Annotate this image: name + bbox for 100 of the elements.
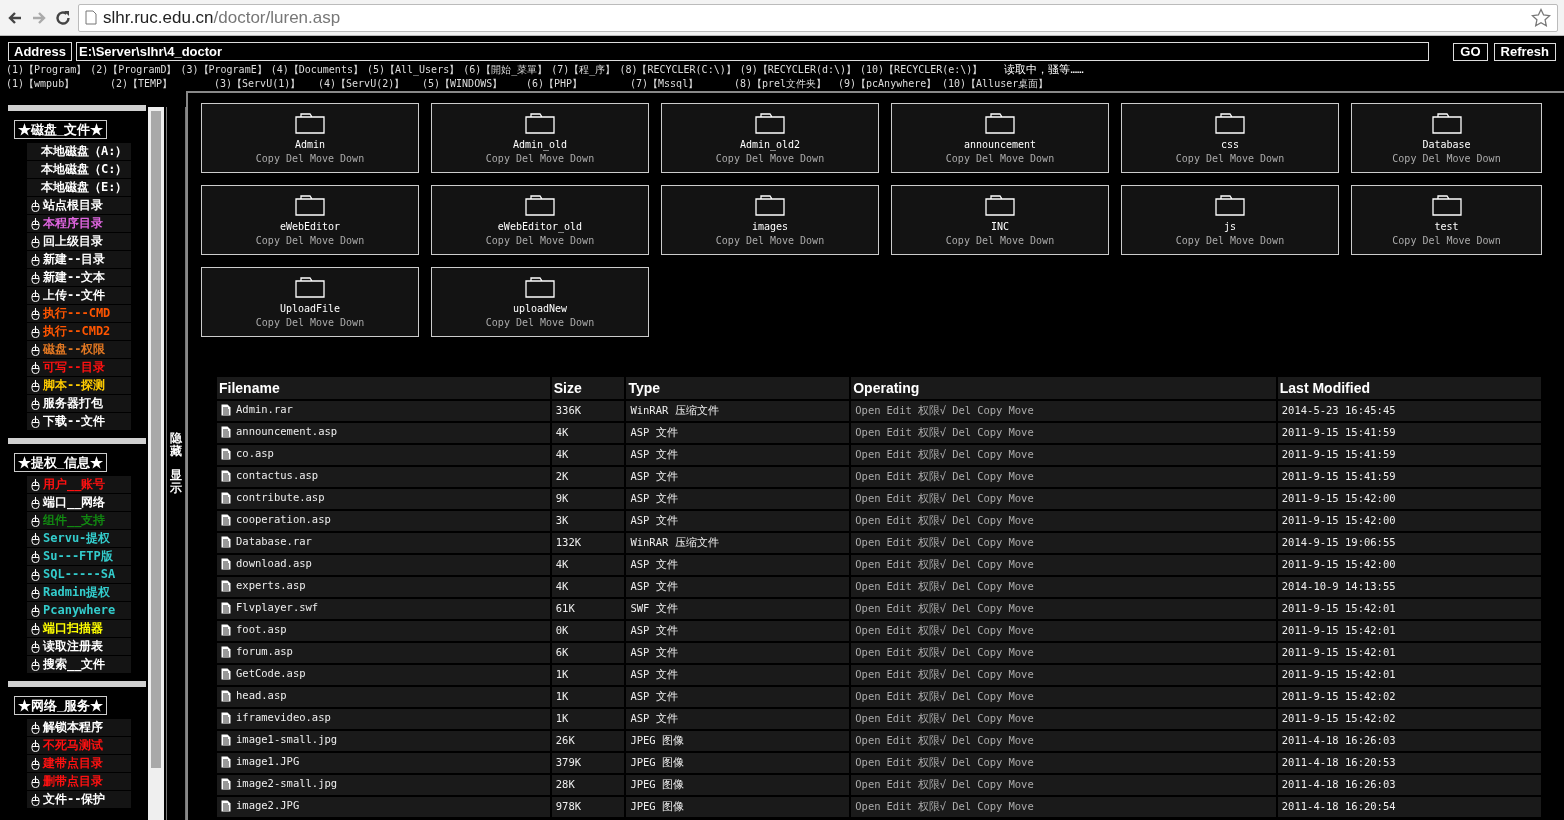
folder-action-link[interactable]: Del bbox=[515, 152, 534, 166]
address-field[interactable]: E:\Server\slhr\4_doctor bbox=[76, 42, 1430, 61]
folder-shortcut-link[interactable]: (3)【ServU(1)】 bbox=[214, 77, 314, 91]
file-action-link[interactable]: Del bbox=[952, 689, 972, 705]
file-name[interactable]: image1-small.jpg bbox=[236, 731, 338, 748]
address-button[interactable]: Refresh bbox=[1493, 42, 1556, 61]
file-action-link[interactable]: Del bbox=[952, 403, 972, 419]
file-action-link[interactable]: Edit bbox=[886, 689, 912, 705]
folder-action-link[interactable]: Copy bbox=[1175, 152, 1200, 166]
file-action-link[interactable]: Copy bbox=[977, 557, 1003, 573]
folder-icon[interactable] bbox=[1215, 112, 1245, 134]
folder-icon[interactable] bbox=[755, 194, 785, 216]
file-action-link[interactable]: 权限√ bbox=[917, 403, 947, 419]
folder-shortcut-link[interactable]: (6)【開始_菜單】 bbox=[463, 63, 548, 77]
file-action-link[interactable]: Open bbox=[855, 667, 881, 683]
file-action-link[interactable]: Copy bbox=[977, 535, 1003, 551]
folder-name[interactable]: uploadNew bbox=[512, 302, 568, 316]
folder-action-link[interactable]: Copy bbox=[1392, 152, 1417, 166]
file-name[interactable]: head.asp bbox=[236, 687, 287, 704]
file-name[interactable]: co.asp bbox=[236, 445, 274, 462]
folder-action-link[interactable]: Del bbox=[515, 316, 534, 330]
folder-action-link[interactable]: Move bbox=[1230, 234, 1255, 248]
file-action-link[interactable]: Move bbox=[1008, 777, 1034, 793]
folder-action-link[interactable]: Move bbox=[1230, 152, 1255, 166]
file-action-link[interactable]: Open bbox=[855, 491, 881, 507]
folder-action-link[interactable]: Copy bbox=[945, 152, 970, 166]
folder-action-link[interactable]: Del bbox=[745, 234, 764, 248]
file-action-link[interactable]: Edit bbox=[886, 447, 912, 463]
folder-name[interactable]: images bbox=[751, 220, 789, 234]
file-action-link[interactable]: 权限√ bbox=[917, 799, 947, 815]
file-action-link[interactable]: Del bbox=[952, 447, 972, 463]
sidebar-link[interactable]: 端口扫描器 bbox=[27, 620, 131, 637]
file-name[interactable]: iframevideo.asp bbox=[236, 709, 331, 726]
toggle-link[interactable]: 隐藏 bbox=[170, 432, 182, 459]
folder-shortcut-link[interactable]: (2)【ProgramD】 bbox=[90, 63, 177, 77]
file-name[interactable]: cooperation.asp bbox=[236, 511, 331, 528]
folder-action-link[interactable]: Down bbox=[1476, 234, 1501, 248]
sidebar-link[interactable]: 文件--保护 bbox=[27, 791, 131, 808]
folder-action-link[interactable]: Copy bbox=[715, 234, 740, 248]
sidebar-link[interactable]: 脚本--探测 bbox=[27, 377, 131, 394]
sidebar-link[interactable]: Radmin提权 bbox=[27, 584, 131, 601]
file-action-link[interactable]: Copy bbox=[977, 777, 1003, 793]
file-action-link[interactable]: 权限√ bbox=[917, 491, 947, 507]
folder-shortcut-link[interactable]: (3)【ProgramE】 bbox=[180, 63, 267, 77]
folder-icon[interactable] bbox=[1215, 194, 1245, 216]
file-action-link[interactable]: 权限√ bbox=[917, 711, 947, 727]
file-action-link[interactable]: Edit bbox=[886, 469, 912, 485]
file-action-link[interactable]: Edit bbox=[886, 513, 912, 529]
file-action-link[interactable]: 权限√ bbox=[917, 469, 947, 485]
file-name[interactable]: Database.rar bbox=[236, 533, 312, 550]
file-action-link[interactable]: Copy bbox=[977, 601, 1003, 617]
folder-action-link[interactable]: Move bbox=[540, 152, 565, 166]
sidebar-link[interactable]: 建带点目录 bbox=[27, 755, 131, 772]
folder-icon[interactable] bbox=[295, 276, 325, 298]
file-action-link[interactable]: Open bbox=[855, 513, 881, 529]
folder-icon[interactable] bbox=[755, 112, 785, 134]
file-action-link[interactable]: Move bbox=[1008, 403, 1034, 419]
file-action-link[interactable]: Open bbox=[855, 711, 881, 727]
folder-action-link[interactable]: Move bbox=[540, 234, 565, 248]
file-action-link[interactable]: Move bbox=[1008, 469, 1034, 485]
file-name[interactable]: foot.asp bbox=[236, 621, 287, 638]
file-action-link[interactable]: 权限√ bbox=[917, 601, 947, 617]
sidebar-link[interactable]: 解锁本程序 bbox=[27, 719, 131, 736]
file-action-link[interactable]: Move bbox=[1008, 733, 1034, 749]
file-action-link[interactable]: Open bbox=[855, 623, 881, 639]
folder-action-link[interactable]: Del bbox=[285, 316, 304, 330]
file-action-link[interactable]: 权限√ bbox=[917, 623, 947, 639]
folder-name[interactable]: Admin bbox=[294, 138, 326, 152]
drive-link[interactable]: 本地磁盘（A:） bbox=[27, 143, 131, 160]
folder-shortcut-link[interactable]: (5)【WINDOWS】 bbox=[422, 77, 522, 91]
folder-action-link[interactable]: Move bbox=[1000, 152, 1025, 166]
folder-shortcut-link[interactable]: (1)【Program】 bbox=[6, 63, 87, 77]
folder-action-link[interactable]: Down bbox=[570, 234, 595, 248]
file-action-link[interactable]: Move bbox=[1008, 425, 1034, 441]
scrollbar[interactable] bbox=[148, 107, 164, 820]
sidebar-link[interactable]: 执行--CMD2 bbox=[27, 323, 131, 340]
sidebar-link[interactable]: 删带点目录 bbox=[27, 773, 131, 790]
folder-icon[interactable] bbox=[525, 276, 555, 298]
file-action-link[interactable]: Copy bbox=[977, 513, 1003, 529]
address-button[interactable]: GO bbox=[1453, 42, 1488, 61]
file-action-link[interactable]: Move bbox=[1008, 623, 1034, 639]
folder-icon[interactable] bbox=[985, 194, 1015, 216]
file-action-link[interactable]: Move bbox=[1008, 579, 1034, 595]
file-action-link[interactable]: Open bbox=[855, 777, 881, 793]
file-action-link[interactable]: Copy bbox=[977, 623, 1003, 639]
file-action-link[interactable]: Edit bbox=[886, 777, 912, 793]
sidebar-link[interactable]: Pcanywhere bbox=[27, 602, 131, 619]
file-action-link[interactable]: 权限√ bbox=[917, 513, 947, 529]
folder-icon[interactable] bbox=[985, 112, 1015, 134]
file-action-link[interactable]: Copy bbox=[977, 755, 1003, 771]
star-icon[interactable] bbox=[1531, 7, 1551, 28]
file-action-link[interactable]: Copy bbox=[977, 689, 1003, 705]
folder-action-link[interactable]: Copy bbox=[1392, 234, 1417, 248]
folder-shortcut-link[interactable]: (1)【wmpub】 bbox=[6, 77, 106, 91]
sidebar-link[interactable]: 服务器打包 bbox=[27, 395, 131, 412]
file-action-link[interactable]: Del bbox=[952, 623, 972, 639]
file-name[interactable]: experts.asp bbox=[236, 577, 306, 594]
folder-action-link[interactable]: Down bbox=[1476, 152, 1501, 166]
file-action-link[interactable]: Del bbox=[952, 557, 972, 573]
file-action-link[interactable]: Edit bbox=[886, 755, 912, 771]
